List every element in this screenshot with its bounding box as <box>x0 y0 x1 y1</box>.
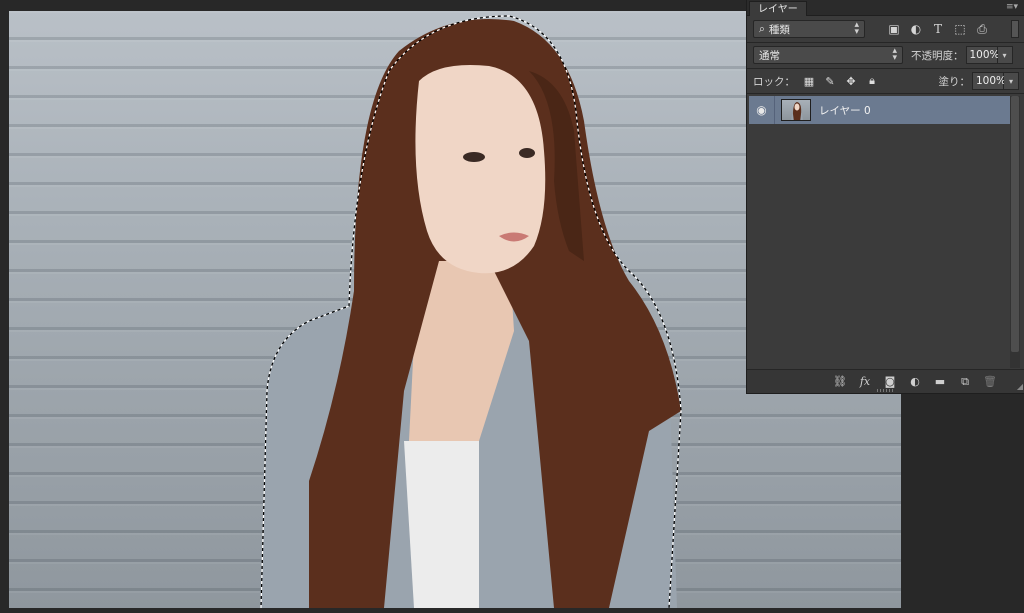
type-filter-icon[interactable]: T <box>931 22 945 36</box>
dropdown-arrows-icon: ▴ ▾ <box>854 20 859 37</box>
link-icon[interactable]: ⛓︎ <box>833 375 847 389</box>
layers-panel: レイヤー ≡▾ ⌕ 種類 ▴ ▾ ▣ ◐ T ⬚ ⎙ 通常 ▴ ▾ 不透明度： … <box>746 0 1024 394</box>
lock-all-icon[interactable]: 🔒︎ <box>864 73 880 89</box>
shape-filter-icon[interactable]: ⬚ <box>953 22 967 36</box>
filter-kind-dropdown[interactable]: ⌕ 種類 ▴ ▾ <box>753 20 865 38</box>
opacity-label: 不透明度： <box>911 49 964 62</box>
photoshop-window: レイヤー ≡▾ ⌕ 種類 ▴ ▾ ▣ ◐ T ⬚ ⎙ 通常 ▴ ▾ 不透明度： … <box>0 0 1024 613</box>
opacity-slider-arrow-icon[interactable]: ▾ <box>997 46 1013 64</box>
filter-toggle[interactable] <box>1011 20 1019 38</box>
lock-row: ロック： ▦ ✎ ✥ 🔒︎ 塗り： 100% ▾ <box>747 72 1024 90</box>
filter-row: ⌕ 種類 ▴ ▾ ▣ ◐ T ⬚ ⎙ <box>747 20 1024 38</box>
panel-menu-icon[interactable]: ≡▾ <box>1006 0 1018 15</box>
fx-icon[interactable]: fx <box>858 375 872 389</box>
layers-bottom-bar: ⛓︎ fx ◙ ◐ ▬ ⧉ 🗑︎ ◢ <box>747 369 1024 393</box>
layer-thumbnail <box>781 99 811 121</box>
scroll-thumb[interactable] <box>1011 96 1019 352</box>
filter-kind-value: 種類 <box>768 23 790 36</box>
lock-transparency-icon[interactable]: ▦ <box>801 73 817 89</box>
eye-icon[interactable]: ◉ <box>749 96 775 124</box>
face-shape <box>415 65 546 274</box>
fill-slider-arrow-icon[interactable]: ▾ <box>1004 72 1019 90</box>
top-shape <box>404 441 479 608</box>
lock-position-icon[interactable]: ✥ <box>843 73 859 89</box>
dropdown-arrows-icon: ▴ ▾ <box>892 46 897 63</box>
tab-layers[interactable]: レイヤー <box>749 1 807 16</box>
layer-row[interactable]: ◉ レイヤー 0 <box>749 96 1013 124</box>
panel-tabbar: レイヤー ≡▾ <box>747 0 1024 16</box>
blend-row: 通常 ▴ ▾ 不透明度： 100% ▾ <box>747 46 1024 64</box>
mask-icon[interactable]: ◙ <box>883 375 897 389</box>
folder-icon[interactable]: ▬ <box>933 375 947 389</box>
lock-pixels-icon[interactable]: ✎ <box>822 73 838 89</box>
search-icon: ⌕ <box>759 22 765 35</box>
trash-icon[interactable]: 🗑︎ <box>983 375 997 389</box>
panel-grip[interactable] <box>877 389 895 392</box>
lock-label: ロック： <box>753 75 795 88</box>
adjustment-filter-icon[interactable]: ◐ <box>909 22 923 36</box>
layers-scrollbar[interactable] <box>1010 96 1020 368</box>
smart-object-filter-icon[interactable]: ⎙ <box>975 22 989 36</box>
opacity-input[interactable]: 100% <box>965 46 1000 64</box>
adjustment-layer-icon[interactable]: ◐ <box>908 375 922 389</box>
divider <box>747 93 1024 94</box>
image-filter-icon[interactable]: ▣ <box>887 22 901 36</box>
blend-mode-value: 通常 <box>759 49 780 62</box>
resize-handle-icon[interactable]: ◢ <box>1017 382 1023 391</box>
blend-mode-dropdown[interactable]: 通常 ▴ ▾ <box>753 46 903 64</box>
fill-input[interactable]: 100% <box>972 72 1006 90</box>
layer-name: レイヤー 0 <box>819 104 871 117</box>
fill-label: 塗り： <box>938 75 971 88</box>
divider <box>747 68 1024 69</box>
divider <box>747 42 1024 43</box>
new-layer-icon[interactable]: ⧉ <box>958 375 972 389</box>
